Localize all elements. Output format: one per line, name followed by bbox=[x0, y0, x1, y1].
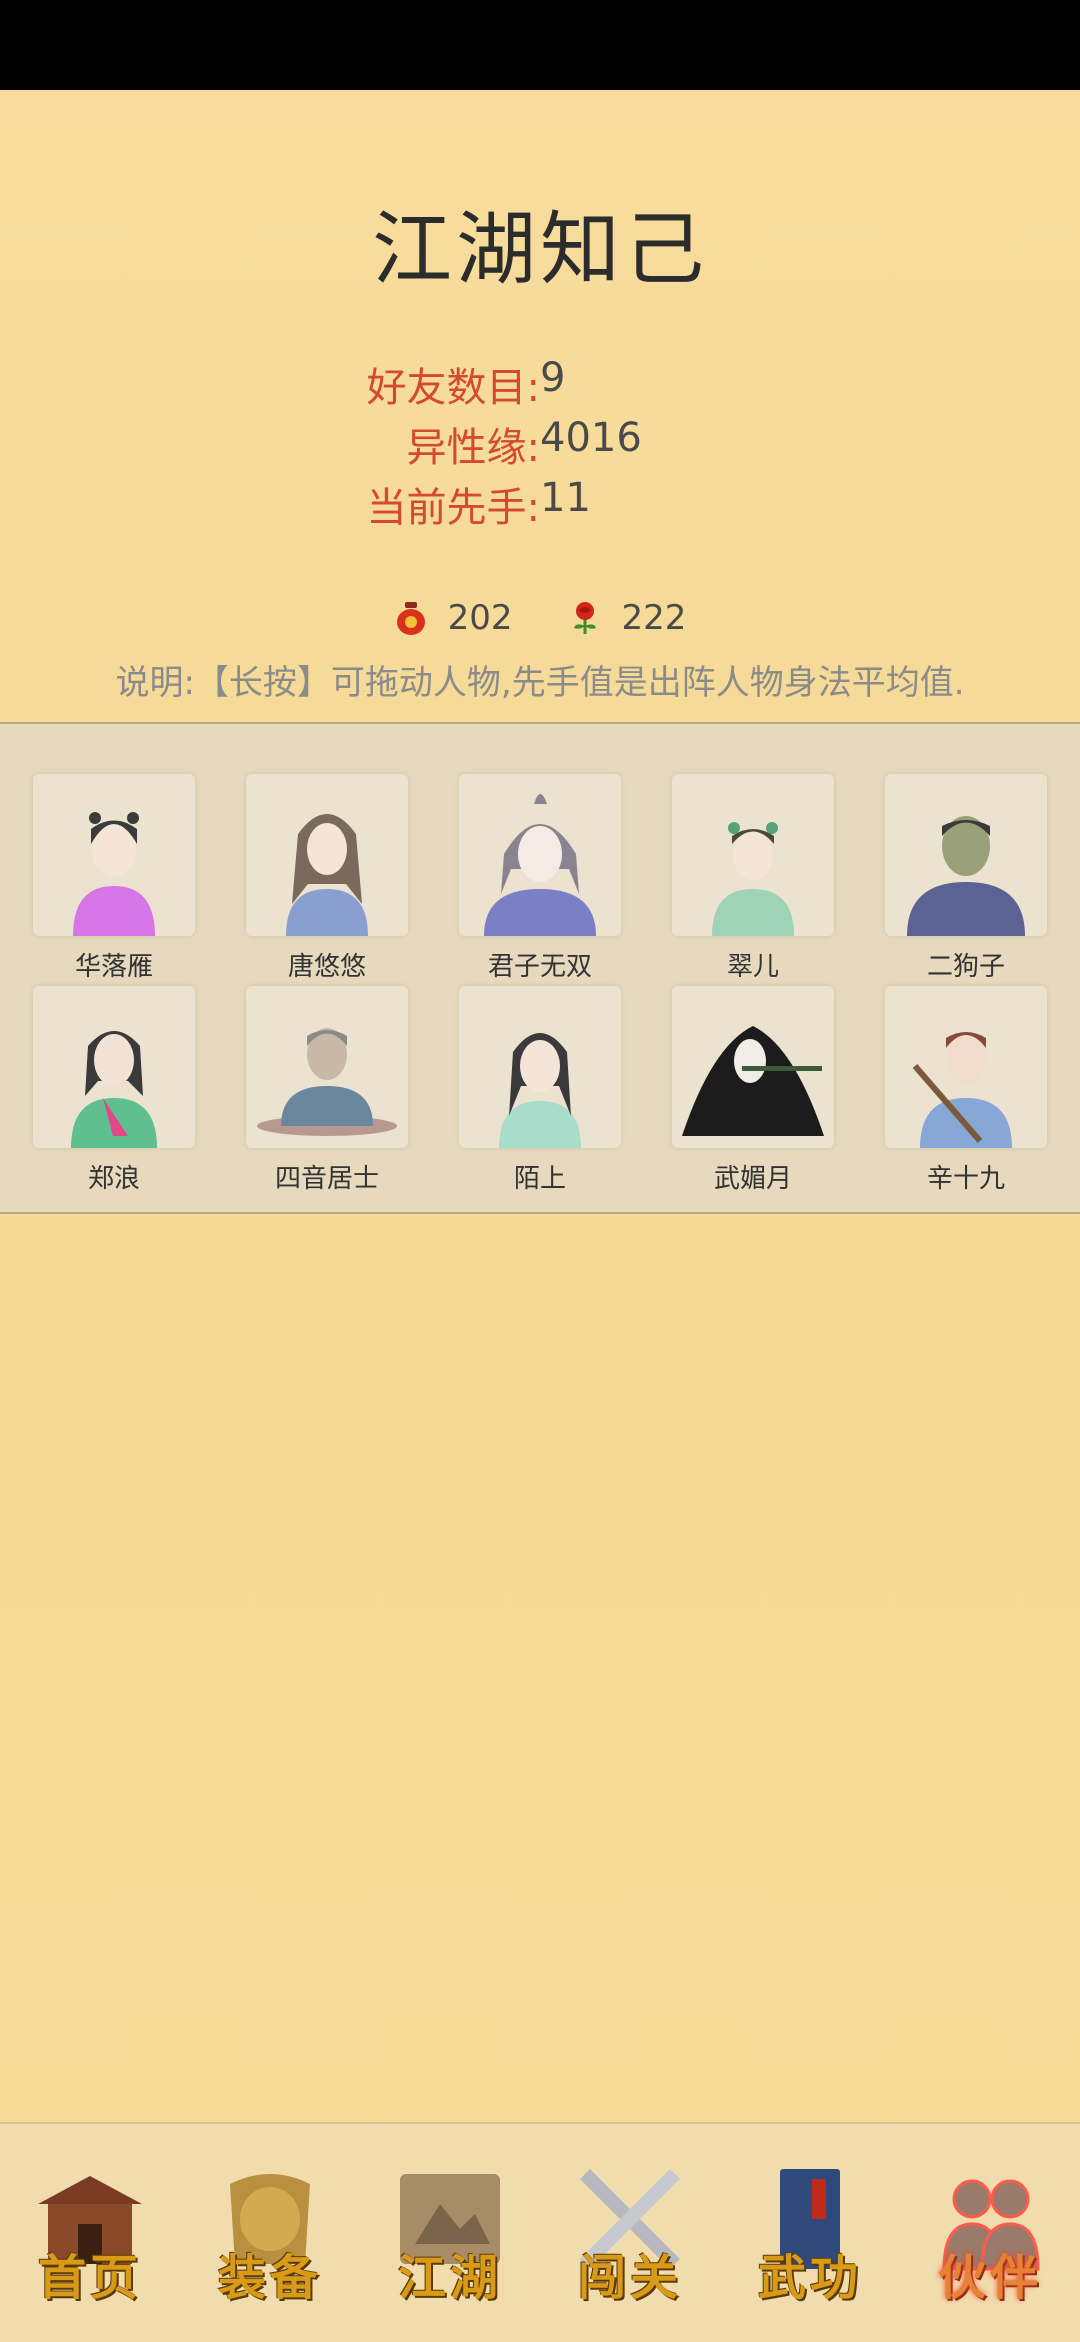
portrait-ergouzi bbox=[885, 774, 1047, 936]
friend-card[interactable]: 华落雁 bbox=[8, 774, 221, 982]
stats-block: 好友数目: 9 异性缘: 4016 当前先手: 11 bbox=[0, 355, 1080, 535]
friend-card[interactable]: 二狗子 bbox=[860, 774, 1073, 982]
nav-challenge[interactable]: 闯关 bbox=[550, 2158, 710, 2308]
nav-label: 闯关 bbox=[577, 2250, 682, 2306]
rose-currency: 222 bbox=[568, 598, 687, 638]
friend-card[interactable]: 翠儿 bbox=[647, 774, 860, 982]
nav-label: 伙伴 bbox=[937, 2250, 1042, 2306]
friend-name: 二狗子 bbox=[926, 952, 1005, 982]
friend-name: 华落雁 bbox=[74, 952, 153, 982]
portrait-tang-youyou bbox=[246, 774, 408, 936]
friend-card[interactable]: 唐悠悠 bbox=[221, 774, 434, 982]
wine-currency: 202 bbox=[394, 598, 513, 638]
wine-count: 202 bbox=[447, 598, 513, 638]
portrait-zheng-lang bbox=[33, 986, 195, 1148]
portrait-siyin-jushi bbox=[246, 986, 408, 1148]
friend-card[interactable]: 辛十九 bbox=[860, 986, 1073, 1194]
friend-card[interactable]: 陌上 bbox=[434, 986, 647, 1194]
nav-companions[interactable]: 伙伴 bbox=[910, 2158, 1070, 2308]
stat-value: 9 bbox=[540, 355, 566, 401]
friend-grid: 华落雁 唐悠悠 君子无双 翠儿 二狗子 郑浪 四音居士 陌上 武媚月 辛十九 bbox=[0, 774, 1080, 1194]
stat-label: 异性缘: bbox=[406, 425, 540, 471]
rose-icon bbox=[573, 602, 596, 634]
nav-label: 装备 bbox=[217, 2250, 322, 2306]
friend-name: 辛十九 bbox=[926, 1164, 1005, 1194]
stat-friend-count: 好友数目: 9 bbox=[0, 355, 1080, 415]
stat-initiative: 当前先手: 11 bbox=[0, 475, 1080, 535]
friend-name: 君子无双 bbox=[487, 952, 592, 982]
page-title: 江湖知己 bbox=[372, 203, 708, 296]
instruction-note: 说明:【长按】可拖动人物,先手值是出阵人物身法平均值. bbox=[115, 663, 965, 703]
stat-value: 4016 bbox=[540, 415, 642, 461]
nav-label: 首页 bbox=[37, 2250, 142, 2306]
friend-card[interactable]: 武媚月 bbox=[647, 986, 860, 1194]
nav-jianghu[interactable]: 江湖 bbox=[370, 2158, 530, 2308]
stat-value: 11 bbox=[540, 475, 591, 521]
nav-label: 江湖 bbox=[397, 2250, 502, 2306]
friend-name: 四音居士 bbox=[274, 1164, 379, 1194]
friend-name: 陌上 bbox=[513, 1164, 566, 1194]
rose-count: 222 bbox=[621, 598, 687, 638]
status-bar bbox=[0, 0, 1080, 90]
friends-page: 江湖知己 好友数目: 9 异性缘: 4016 当前先手: 11 202 222 … bbox=[0, 90, 1080, 2340]
portrait-xin-shijiu bbox=[885, 986, 1047, 1148]
friend-card[interactable]: 郑浪 bbox=[8, 986, 221, 1194]
stat-label: 好友数目: bbox=[366, 365, 540, 411]
stat-label: 当前先手: bbox=[366, 485, 540, 531]
portrait-junzi-wushuang bbox=[459, 774, 621, 936]
stat-charm: 异性缘: 4016 bbox=[0, 415, 1080, 475]
friend-name: 唐悠悠 bbox=[287, 952, 366, 982]
portrait-cuier bbox=[672, 774, 834, 936]
friend-card[interactable]: 四音居士 bbox=[221, 986, 434, 1194]
friend-name: 武媚月 bbox=[713, 1164, 792, 1194]
currency-bar: 202 222 bbox=[0, 598, 1080, 638]
friend-panel: 华落雁 唐悠悠 君子无双 翠儿 二狗子 郑浪 四音居士 陌上 武媚月 辛十九 bbox=[0, 722, 1080, 1214]
portrait-moshang bbox=[459, 986, 621, 1148]
friend-card[interactable]: 君子无双 bbox=[434, 774, 647, 982]
wine-jar-icon bbox=[396, 602, 425, 635]
nav-martial-arts[interactable]: 武功 bbox=[730, 2158, 890, 2308]
bottom-nav: 首页 装备 江湖 闯关 武功 伙伴 bbox=[0, 2122, 1080, 2342]
nav-home[interactable]: 首页 bbox=[10, 2158, 170, 2308]
nav-label: 武功 bbox=[757, 2250, 862, 2306]
nav-equipment[interactable]: 装备 bbox=[190, 2158, 350, 2308]
friend-name: 郑浪 bbox=[87, 1164, 140, 1194]
friend-name: 翠儿 bbox=[726, 952, 779, 982]
portrait-hua-luoyan bbox=[33, 774, 195, 936]
portrait-wu-meiyue bbox=[672, 986, 834, 1148]
